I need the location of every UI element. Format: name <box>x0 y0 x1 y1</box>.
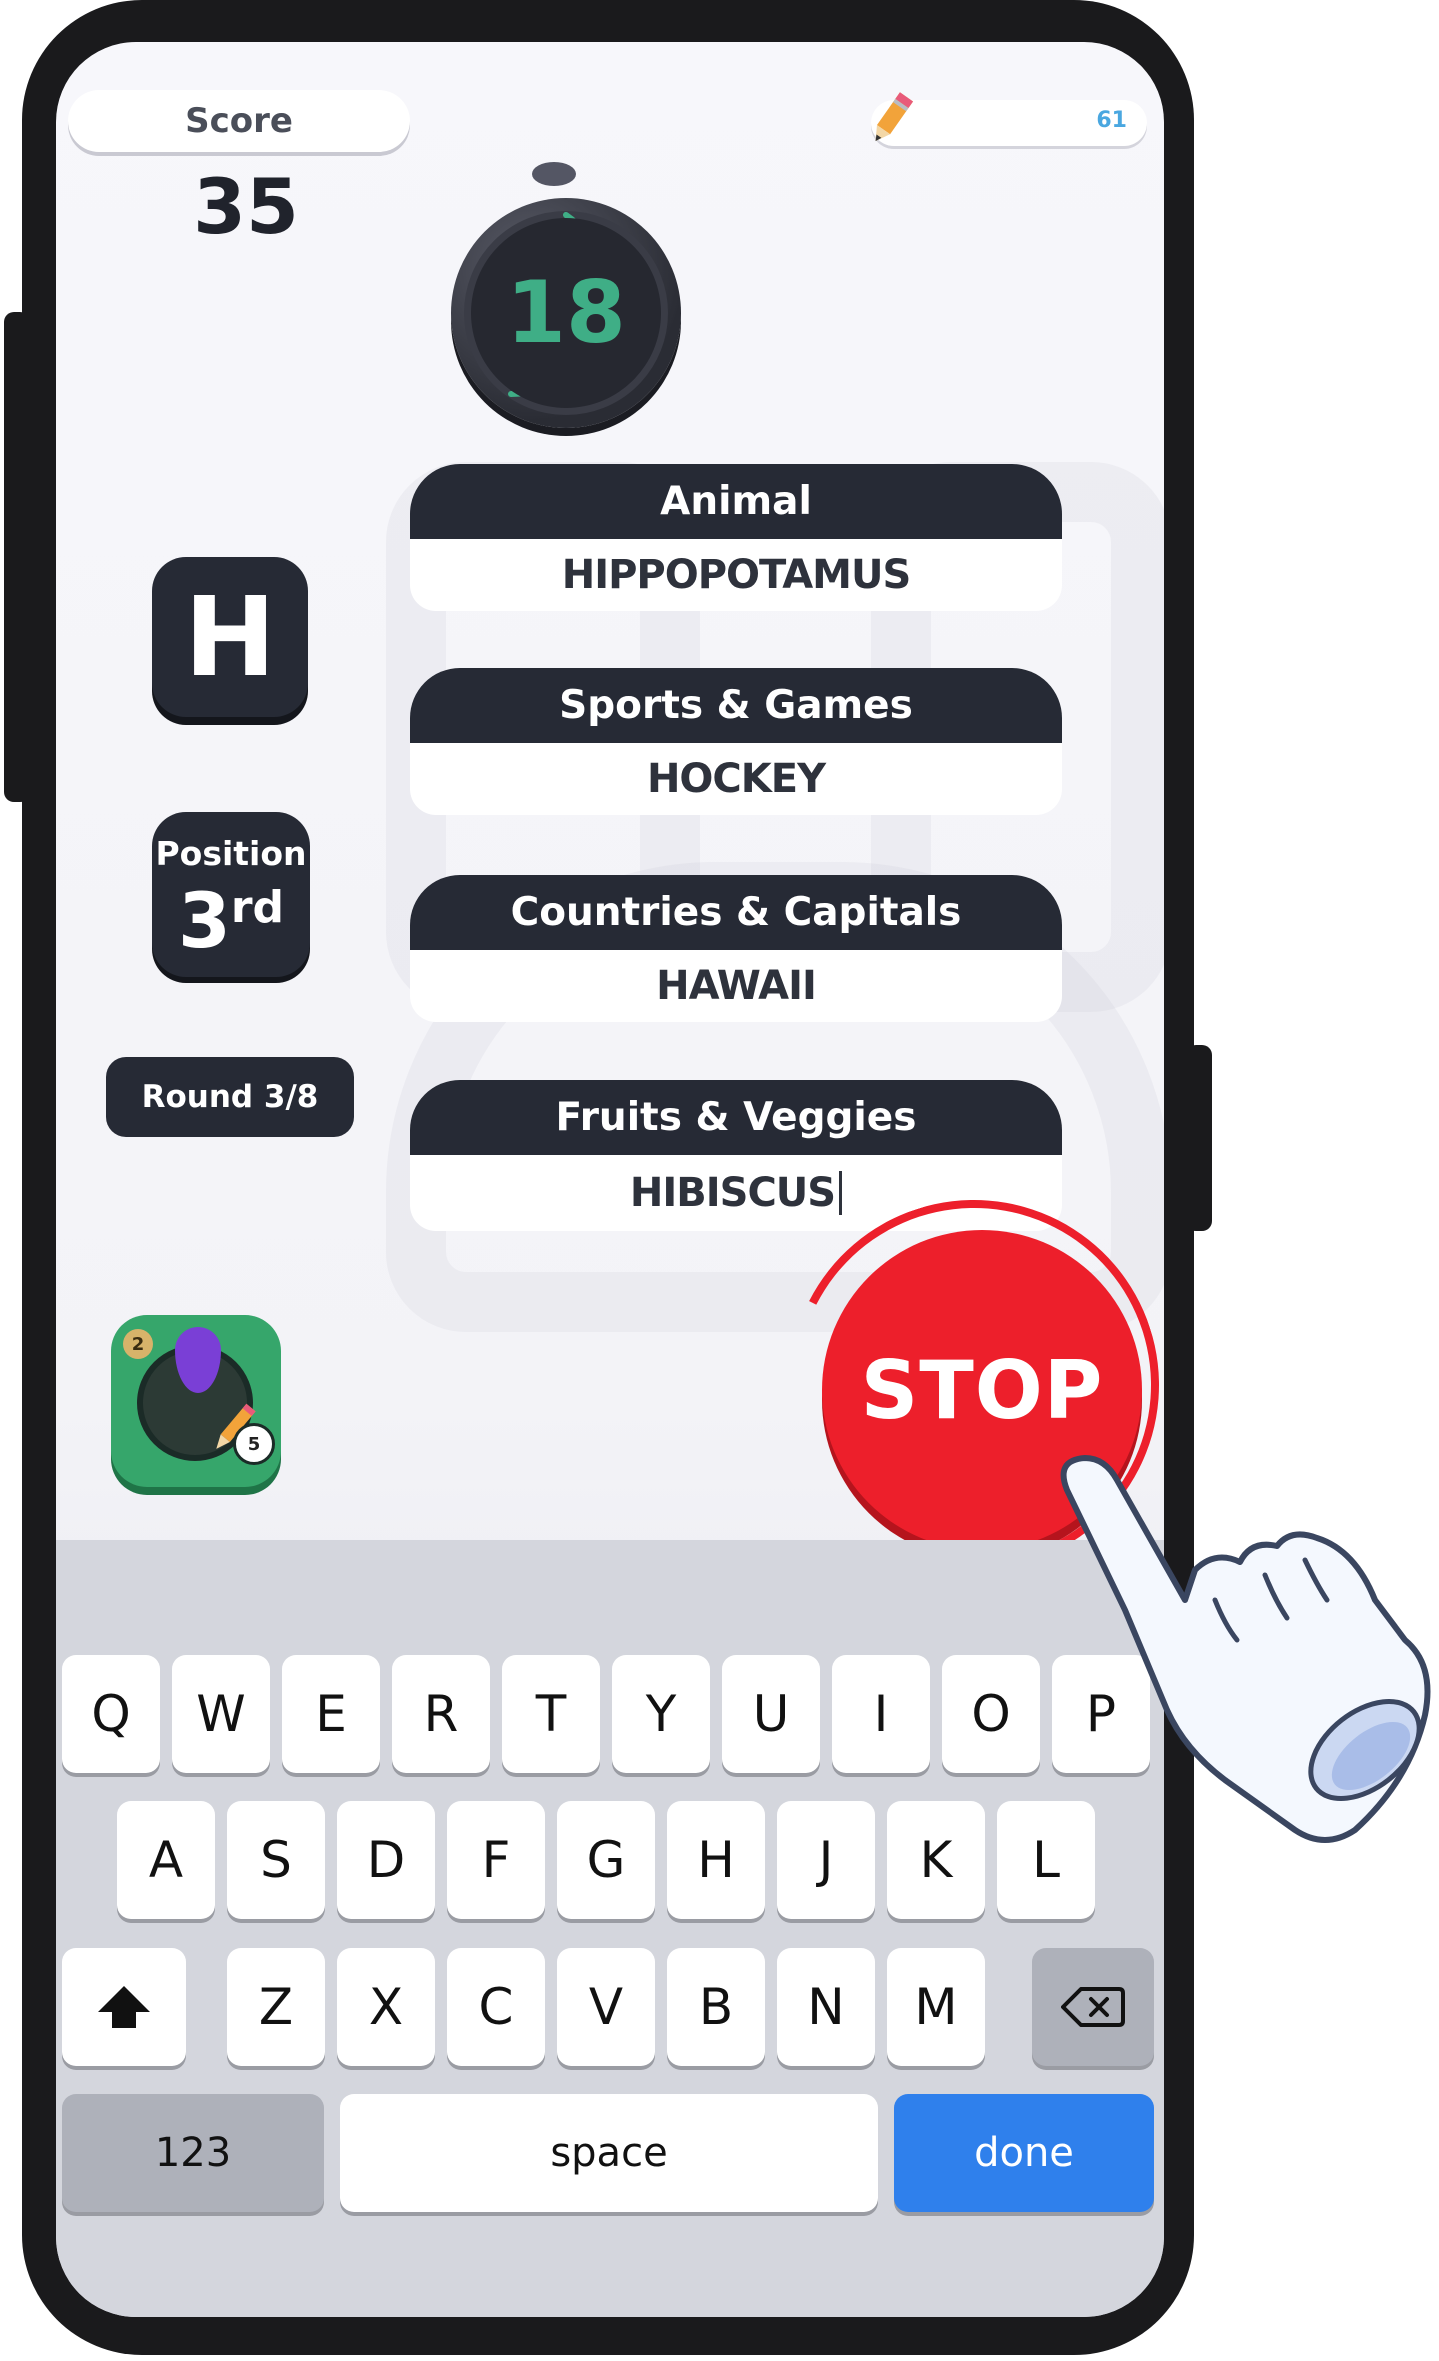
category-card[interactable]: Sports & Games HOCKEY <box>410 668 1062 815</box>
key-a[interactable]: A <box>117 1801 215 1919</box>
key-y[interactable]: Y <box>612 1655 710 1773</box>
space-key[interactable]: space <box>340 2094 878 2212</box>
key-d[interactable]: D <box>337 1801 435 1919</box>
key-o[interactable]: O <box>942 1655 1040 1773</box>
powerup-badge-right: 5 <box>233 1423 275 1465</box>
category-card[interactable]: Animal HIPPOPOTAMUS <box>410 464 1062 611</box>
category-answer: HOCKEY <box>646 756 826 802</box>
key-r[interactable]: R <box>392 1655 490 1773</box>
pointing-hand-icon <box>1060 1455 1431 1843</box>
key-j[interactable]: J <box>777 1801 875 1919</box>
category-answer-field[interactable]: HAWAII <box>410 950 1062 1022</box>
category-answer-field[interactable]: HIPPOPOTAMUS <box>410 539 1062 611</box>
position-number: 3 <box>177 876 231 965</box>
key-u[interactable]: U <box>722 1655 820 1773</box>
category-title: Sports & Games <box>410 668 1062 743</box>
key-e[interactable]: E <box>282 1655 380 1773</box>
key-c[interactable]: C <box>447 1948 545 2066</box>
key-v[interactable]: V <box>557 1948 655 2066</box>
key-w[interactable]: W <box>172 1655 270 1773</box>
key-b[interactable]: B <box>667 1948 765 2066</box>
key-z[interactable]: Z <box>227 1948 325 2066</box>
key-i[interactable]: I <box>832 1655 930 1773</box>
category-answer: HIPPOPOTAMUS <box>561 552 912 598</box>
key-g[interactable]: G <box>557 1801 655 1919</box>
shift-icon <box>98 1986 150 2028</box>
timer-seconds: 18 <box>506 263 626 363</box>
score-label-pill: Score <box>68 90 410 152</box>
category-title: Animal <box>410 464 1062 539</box>
powerup-button[interactable]: 2 5 <box>111 1315 281 1487</box>
position-value: 3rd <box>152 876 310 965</box>
on-screen-keyboard: Q W E R T Y U I O P A S D F G H J K L Z … <box>56 1540 1164 2317</box>
round-letter: H <box>183 573 277 701</box>
numbers-key[interactable]: 123 <box>62 2094 324 2212</box>
backspace-icon <box>1061 1987 1125 2027</box>
text-cursor <box>839 1171 843 1215</box>
position-suffix: rd <box>230 882 285 933</box>
round-label: Round 3/8 <box>141 1079 319 1115</box>
done-key[interactable]: done <box>894 2094 1154 2212</box>
timer-knob <box>532 162 576 186</box>
key-s[interactable]: S <box>227 1801 325 1919</box>
category-answer: HIBISCUS <box>629 1170 836 1216</box>
game-screen: Score 35 61 18 H Position 3rd Round 3/8 … <box>56 42 1164 2317</box>
position-label: Position <box>155 834 307 873</box>
score-value: 35 <box>193 162 299 251</box>
countdown-timer: 18 <box>451 198 681 428</box>
phone-side-button-right <box>1186 1045 1212 1231</box>
position-tile: Position 3rd <box>152 812 310 977</box>
category-answer: HAWAII <box>656 963 817 1009</box>
backspace-key[interactable] <box>1032 1948 1154 2066</box>
phone-side-button-left <box>4 312 30 802</box>
key-m[interactable]: M <box>887 1948 985 2066</box>
pencil-icon <box>875 92 914 142</box>
category-answer-field[interactable]: HOCKEY <box>410 743 1062 815</box>
powerup-badge-left: 2 <box>123 1329 153 1359</box>
timer-face: 18 <box>471 218 661 408</box>
key-n[interactable]: N <box>777 1948 875 2066</box>
key-h[interactable]: H <box>667 1801 765 1919</box>
score-label: Score <box>185 101 293 141</box>
pencil-counter[interactable]: 61 <box>871 92 1147 146</box>
stop-label: STOP <box>860 1343 1104 1437</box>
category-title: Fruits & Veggies <box>410 1080 1062 1155</box>
category-card[interactable]: Countries & Capitals HAWAII <box>410 875 1062 1022</box>
pencil-count: 61 <box>1096 108 1127 133</box>
round-letter-tile: H <box>152 557 308 717</box>
key-t[interactable]: T <box>502 1655 600 1773</box>
key-q[interactable]: Q <box>62 1655 160 1773</box>
key-f[interactable]: F <box>447 1801 545 1919</box>
round-indicator: Round 3/8 <box>106 1057 354 1137</box>
key-x[interactable]: X <box>337 1948 435 2066</box>
key-k[interactable]: K <box>887 1801 985 1919</box>
shift-key[interactable] <box>62 1948 186 2066</box>
category-title: Countries & Capitals <box>410 875 1062 950</box>
